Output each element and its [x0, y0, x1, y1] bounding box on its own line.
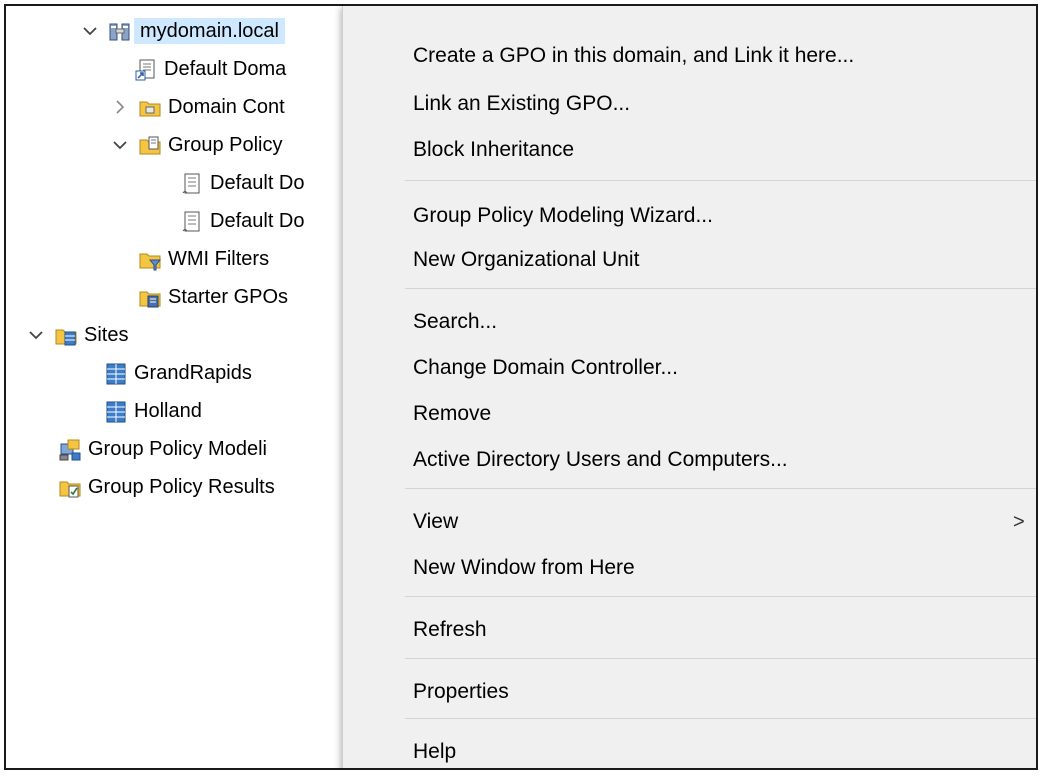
chevron-right-icon[interactable]	[110, 97, 130, 117]
gpmc-window: mydomain.local Default Doma Domain Cont …	[4, 4, 1038, 770]
menu-item-block-inheritance[interactable]: Block Inheritance	[343, 130, 1036, 170]
tree-node-label: Sites	[84, 324, 129, 346]
menu-item-label: Group Policy Modeling Wizard...	[413, 204, 713, 227]
tree-node-label: Group Policy	[168, 134, 283, 156]
starter-gpo-folder-icon	[138, 286, 161, 308]
gpo-folder-icon	[138, 134, 161, 156]
menu-item-group-policy-modeling-wizard[interactable]: Group Policy Modeling Wizard...	[343, 196, 1036, 236]
chevron-right-icon: >	[1013, 510, 1025, 533]
tree-node-label: WMI Filters	[168, 248, 270, 270]
context-menu: Create a GPO in this domain, and Link it…	[342, 6, 1036, 768]
menu-item-label: New Window from Here	[413, 556, 635, 579]
menu-item-new-organizational-unit[interactable]: New Organizational Unit	[343, 240, 1036, 280]
chevron-down-icon[interactable]	[26, 325, 46, 345]
tree-node-group-policy-objects[interactable]: Group Policy	[110, 126, 283, 164]
menu-separator	[405, 488, 1036, 489]
menu-item-refresh[interactable]: Refresh	[343, 610, 1036, 650]
gpo-link-icon	[134, 58, 156, 81]
menu-item-active-directory-users-and-computers[interactable]: Active Directory Users and Computers...	[343, 440, 1036, 480]
tree-node-default-gpo-2[interactable]: Default Do	[180, 202, 305, 240]
tree-node-default-gpo-1[interactable]: Default Do	[180, 164, 305, 202]
modeling-icon	[58, 438, 81, 461]
tree-node-label: Default Do	[210, 210, 305, 232]
gpo-scroll-icon	[180, 172, 202, 194]
tree-node-label: Default Do	[210, 172, 305, 194]
domain-icon	[108, 20, 130, 42]
tree-node-label: Domain Cont	[168, 96, 285, 118]
menu-item-label: Refresh	[413, 618, 487, 641]
tree-node-label: mydomain.local	[134, 18, 285, 44]
menu-separator	[405, 718, 1036, 719]
menu-item-create-gpo-and-link[interactable]: Create a GPO in this domain, and Link it…	[343, 36, 1036, 76]
menu-item-label: Remove	[413, 402, 492, 425]
menu-item-label: Link an Existing GPO...	[413, 92, 631, 115]
sites-folder-icon	[54, 324, 77, 346]
menu-item-label: Active Directory Users and Computers...	[413, 448, 788, 471]
tree-node-mydomain-local[interactable]: mydomain.local	[80, 12, 285, 50]
menu-item-new-window-from-here[interactable]: New Window from Here	[343, 548, 1036, 588]
menu-separator	[405, 180, 1036, 181]
menu-separator	[405, 658, 1036, 659]
tree-node-domain-controllers[interactable]: Domain Cont	[110, 88, 285, 126]
menu-item-label: New Organizational Unit	[413, 248, 640, 271]
tree-node-grandrapids[interactable]: GrandRapids	[104, 354, 252, 392]
results-icon	[58, 476, 81, 498]
ou-folder-icon	[138, 96, 161, 118]
menu-item-label: Create a GPO in this domain, and Link it…	[413, 44, 855, 67]
menu-item-label: Change Domain Controller...	[413, 356, 678, 379]
site-icon	[104, 400, 126, 423]
site-icon	[104, 362, 126, 385]
menu-item-link-existing-gpo[interactable]: Link an Existing GPO...	[343, 84, 1036, 124]
menu-item-label: View	[413, 510, 459, 533]
wmi-filter-folder-icon	[138, 248, 162, 271]
tree-node-label: Default Doma	[164, 58, 287, 80]
tree-node-holland[interactable]: Holland	[104, 392, 202, 430]
menu-item-view[interactable]: View >	[343, 502, 1036, 542]
menu-separator	[405, 288, 1036, 289]
tree-node-group-policy-results[interactable]: Group Policy Results	[58, 468, 275, 506]
menu-item-label: Block Inheritance	[413, 138, 575, 161]
menu-item-label: Properties	[413, 680, 509, 703]
tree-node-label: Holland	[134, 400, 202, 422]
tree-node-default-domain-policy-link[interactable]: Default Doma	[134, 50, 286, 88]
menu-item-change-domain-controller[interactable]: Change Domain Controller...	[343, 348, 1036, 388]
tree-node-label: Group Policy Results	[88, 476, 275, 498]
menu-separator	[405, 596, 1036, 597]
menu-item-remove[interactable]: Remove	[343, 394, 1036, 434]
tree-node-sites[interactable]: Sites	[26, 316, 128, 354]
menu-item-properties[interactable]: Properties	[343, 672, 1036, 712]
menu-item-label: Search...	[413, 310, 498, 333]
tree-node-wmi-filters[interactable]: WMI Filters	[138, 240, 269, 278]
gpo-scroll-icon	[180, 210, 202, 232]
tree-node-label: GrandRapids	[134, 362, 252, 384]
menu-item-label: Help	[413, 740, 457, 763]
tree-node-label: Starter GPOs	[168, 286, 289, 308]
tree-node-group-policy-modeling[interactable]: Group Policy Modeli	[58, 430, 267, 468]
menu-item-help[interactable]: Help	[343, 732, 1036, 768]
chevron-down-icon[interactable]	[80, 21, 100, 41]
menu-item-search[interactable]: Search...	[343, 302, 1036, 342]
tree-node-starter-gpos[interactable]: Starter GPOs	[138, 278, 288, 316]
chevron-down-icon[interactable]	[110, 135, 130, 155]
tree-node-label: Group Policy Modeli	[88, 438, 267, 460]
